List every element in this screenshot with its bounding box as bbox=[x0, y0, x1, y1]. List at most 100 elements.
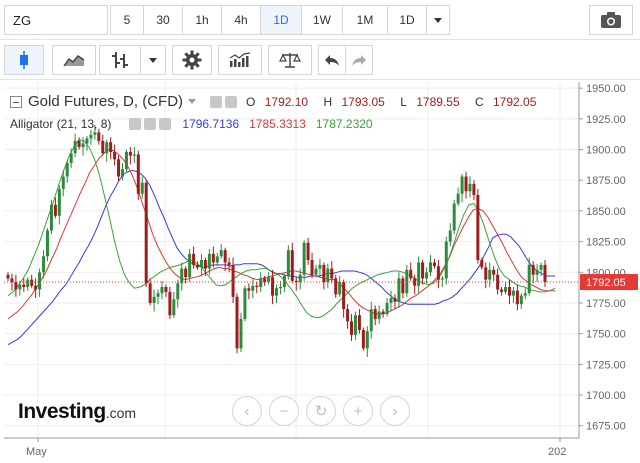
candle-body bbox=[298, 274, 302, 283]
candle-body bbox=[85, 138, 89, 144]
reset-button[interactable]: ↻ bbox=[306, 396, 336, 426]
undo-button[interactable] bbox=[318, 45, 346, 75]
candle-body bbox=[136, 154, 140, 194]
chart-title: Gold Futures, D, (CFD) bbox=[28, 93, 184, 110]
candle-body bbox=[168, 291, 172, 316]
candle-body bbox=[61, 176, 65, 189]
candle-body bbox=[302, 242, 306, 275]
eye-icon[interactable] bbox=[129, 118, 142, 130]
candle-body bbox=[14, 282, 18, 290]
candle-body bbox=[93, 132, 97, 135]
candle-body bbox=[271, 277, 275, 296]
lips-value: 1787.2320 bbox=[315, 117, 373, 131]
candle-body bbox=[286, 250, 290, 276]
candle-body bbox=[381, 311, 385, 315]
candle-body bbox=[69, 153, 73, 164]
y-tick-label: 1825.00 bbox=[586, 237, 626, 249]
candle-body bbox=[480, 260, 484, 268]
eye-icon[interactable] bbox=[210, 95, 223, 108]
interval-1w[interactable]: 1W bbox=[301, 5, 343, 35]
candle-body bbox=[101, 140, 105, 154]
bars-button[interactable] bbox=[99, 45, 141, 75]
close-icon[interactable] bbox=[159, 118, 172, 130]
candle-body bbox=[492, 269, 496, 275]
symbol-input[interactable]: ZG bbox=[4, 5, 108, 35]
scroll-left-button[interactable]: ‹ bbox=[232, 396, 262, 426]
screenshot-button[interactable] bbox=[589, 5, 633, 35]
candle-body bbox=[53, 204, 57, 216]
candle-body bbox=[247, 288, 251, 291]
indicators-button[interactable] bbox=[218, 45, 262, 75]
candle-body bbox=[176, 283, 180, 300]
candle-body bbox=[267, 277, 271, 283]
candle-body bbox=[227, 262, 231, 265]
interval-1m[interactable]: 1M bbox=[342, 5, 388, 35]
line-chart-button[interactable] bbox=[52, 45, 96, 75]
candle-body bbox=[338, 282, 342, 295]
settings-button[interactable] bbox=[172, 45, 212, 75]
candle-body bbox=[38, 272, 42, 290]
candle-body bbox=[156, 293, 160, 297]
redo-button[interactable] bbox=[345, 45, 373, 75]
candle-body bbox=[389, 298, 393, 303]
settings-icon[interactable] bbox=[225, 95, 238, 108]
candles-icon bbox=[20, 51, 28, 69]
interval-1d[interactable]: 1D bbox=[260, 5, 302, 35]
scroll-right-button[interactable]: › bbox=[380, 396, 410, 426]
candle-body bbox=[282, 275, 286, 288]
candle-body bbox=[334, 278, 338, 295]
interval-4h[interactable]: 4h bbox=[221, 5, 261, 35]
candle-body bbox=[231, 264, 235, 297]
candle-body bbox=[531, 264, 535, 275]
chart-toolbar bbox=[0, 40, 640, 80]
settings-icon[interactable] bbox=[144, 118, 157, 130]
line-chart-icon bbox=[63, 55, 85, 67]
candle-body bbox=[30, 279, 34, 286]
chart-type-dropdown[interactable] bbox=[140, 45, 166, 75]
interval-dropdown-button[interactable] bbox=[426, 5, 450, 35]
current-price-label: 1792.05 bbox=[586, 277, 626, 289]
interval-group: 5 30 1h 4h 1D 1W 1M 1D bbox=[110, 5, 450, 35]
jaw-value: 1796.7136 bbox=[182, 117, 240, 131]
collapse-legend-icon[interactable] bbox=[10, 95, 22, 108]
candle-body bbox=[57, 188, 61, 216]
candle-body bbox=[113, 151, 117, 160]
interval-5[interactable]: 5 bbox=[110, 5, 144, 35]
candle-body bbox=[188, 253, 192, 278]
interval-1h[interactable]: 1h bbox=[182, 5, 222, 35]
candle-body bbox=[452, 203, 456, 231]
candle-body bbox=[476, 194, 480, 260]
candle-body bbox=[196, 264, 200, 268]
candle-body bbox=[357, 315, 361, 330]
candle-body bbox=[117, 159, 121, 177]
candles-button[interactable] bbox=[4, 45, 44, 75]
candle-body bbox=[89, 134, 93, 139]
interval-dropdown-value[interactable]: 1D bbox=[387, 5, 427, 35]
zoom-out-button[interactable]: − bbox=[269, 396, 299, 426]
candle-body bbox=[428, 262, 432, 273]
candle-body bbox=[448, 230, 452, 242]
interval-30[interactable]: 30 bbox=[143, 5, 183, 35]
candle-body bbox=[121, 169, 125, 177]
candle-body bbox=[192, 253, 196, 265]
compare-button[interactable] bbox=[268, 45, 312, 75]
candle-body bbox=[436, 266, 440, 280]
candle-body bbox=[330, 268, 334, 279]
candle-body bbox=[73, 140, 77, 154]
candle-body bbox=[290, 250, 294, 281]
reset-icon: ↻ bbox=[314, 403, 328, 420]
teeth-value: 1785.3313 bbox=[249, 117, 306, 131]
candle-body bbox=[385, 302, 389, 315]
candle-body bbox=[350, 321, 354, 335]
y-tick-label: 1675.00 bbox=[586, 421, 626, 433]
candle-body bbox=[34, 285, 38, 290]
candle-body bbox=[124, 151, 128, 170]
candle-body bbox=[235, 296, 239, 349]
chevron-down-icon[interactable] bbox=[188, 99, 197, 104]
candle-body bbox=[278, 287, 282, 289]
candle-body bbox=[160, 287, 164, 294]
zoom-in-button[interactable]: + bbox=[343, 396, 373, 426]
candle-body bbox=[275, 288, 278, 296]
scroll-left-icon: ‹ bbox=[244, 402, 250, 420]
candle-body bbox=[405, 269, 409, 294]
